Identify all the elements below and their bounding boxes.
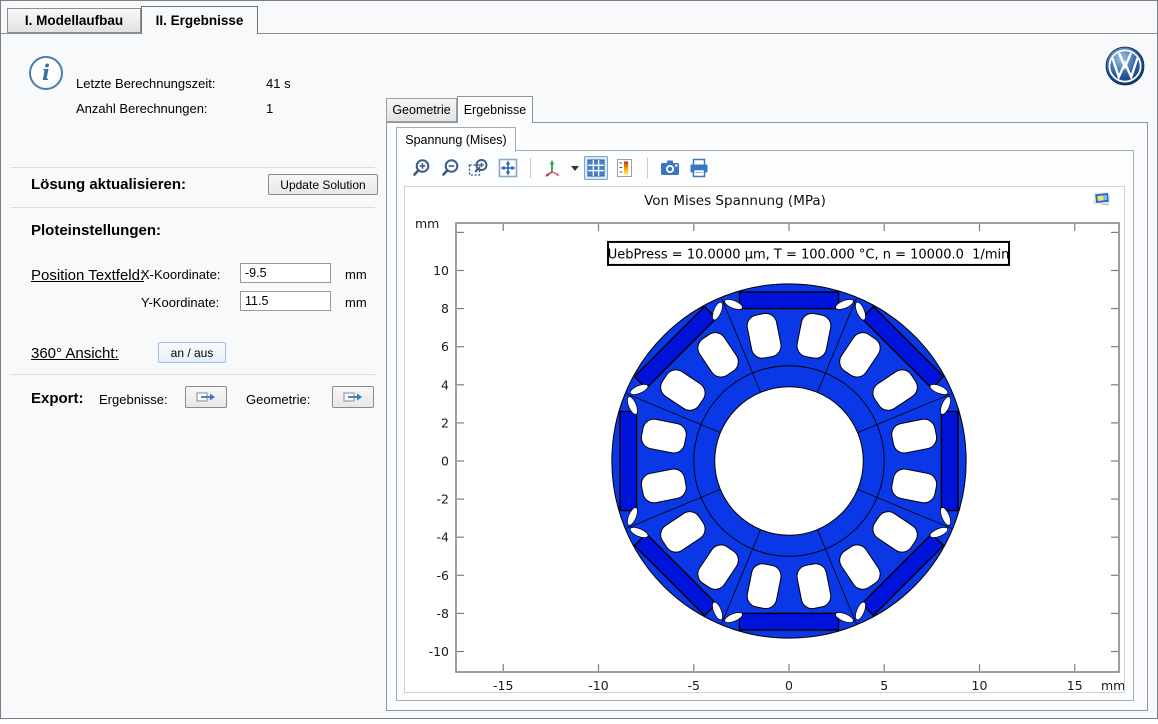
update-solution-label: Lösung aktualisieren: — [31, 176, 186, 193]
svg-text:15: 15 — [1067, 678, 1083, 692]
svg-text:-2: -2 — [437, 492, 449, 507]
y-unit-label: mm — [345, 295, 367, 310]
view-360-label: 360° Ansicht: — [31, 345, 119, 362]
export-heading: Export: — [31, 390, 84, 407]
last-computation-label: Letzte Berechnungszeit: — [76, 76, 215, 91]
export-results-button[interactable] — [185, 386, 227, 408]
svg-text:-4: -4 — [437, 530, 450, 545]
orientation-dropdown-caret[interactable] — [571, 166, 579, 171]
divider — [11, 167, 375, 168]
svg-text:-10: -10 — [588, 678, 608, 692]
export-icon — [196, 390, 216, 404]
zoom-in-icon[interactable] — [409, 156, 433, 180]
svg-text:10: 10 — [433, 263, 449, 278]
plot-settings-heading: Ploteinstellungen: — [31, 222, 161, 239]
orientation-axes-icon[interactable] — [541, 156, 565, 180]
svg-text:5: 5 — [880, 678, 888, 692]
view-360-toggle-button[interactable]: an / aus — [158, 342, 226, 363]
svg-text:0: 0 — [441, 454, 449, 469]
svg-text:6: 6 — [441, 339, 449, 354]
toolbar-separator — [647, 158, 648, 178]
x-unit-label: mm — [345, 267, 367, 282]
divider — [11, 207, 375, 208]
y-coordinate-input[interactable] — [240, 291, 331, 311]
toolbar-separator — [530, 158, 531, 178]
computation-count-label: Anzahl Berechnungen: — [76, 101, 208, 116]
svg-text:-15: -15 — [493, 678, 513, 692]
svg-text:mm: mm — [1101, 678, 1124, 692]
computation-count-value: 1 — [266, 101, 273, 116]
tab-ergebnisse-main[interactable]: II. Ergebnisse — [141, 6, 258, 34]
svg-text:UebPress = 10.0000 µm, T = 100: UebPress = 10.0000 µm, T = 100.000 °C, n… — [608, 247, 1010, 262]
svg-text:8: 8 — [441, 301, 449, 316]
von-mises-plot: -15 -10 -5 0 5 10 15 -10 -8 -6 -4 -2 0 2 4 6 8 10 mm mm Von … — [405, 187, 1124, 692]
svg-text:0: 0 — [785, 678, 793, 692]
last-computation-value: 41 s — [266, 76, 291, 91]
x-coordinate-input[interactable] — [240, 263, 331, 283]
plot-flip-icon[interactable] — [1092, 188, 1112, 208]
info-icon: i — [29, 56, 63, 90]
svg-text:-8: -8 — [437, 606, 450, 621]
tab-modellaufbau[interactable]: I. Modellaufbau — [7, 8, 141, 33]
zoom-extents-icon[interactable] — [496, 156, 520, 180]
export-geometry-label: Geometrie: — [246, 392, 310, 407]
print-icon[interactable] — [687, 156, 711, 180]
svg-text:10: 10 — [972, 678, 988, 692]
svg-text:-5: -5 — [688, 678, 700, 692]
svg-text:Von Mises Spannung (MPa): Von Mises Spannung (MPa) — [644, 193, 826, 209]
plot-toolbar — [398, 152, 1139, 184]
grid-icon[interactable] — [584, 156, 608, 180]
y-coordinate-label: Y-Koordinate: — [141, 295, 219, 310]
svg-text:2: 2 — [441, 415, 449, 430]
x-coordinate-label: X-Koordinate: — [141, 267, 221, 282]
color-legend-icon[interactable] — [613, 156, 637, 180]
snapshot-camera-icon[interactable] — [658, 156, 682, 180]
plot-canvas[interactable]: -15 -10 -5 0 5 10 15 -10 -8 -6 -4 -2 0 2 4 6 8 10 mm mm Von … — [404, 186, 1125, 693]
update-solution-button[interactable]: Update Solution — [268, 174, 378, 195]
zoom-out-icon[interactable] — [438, 156, 462, 180]
export-icon — [343, 390, 363, 404]
textbox-position-label: Position Textfeld: — [31, 267, 144, 284]
svg-text:-10: -10 — [429, 644, 449, 659]
tab-spannung-mises[interactable]: Spannung (Mises) — [396, 127, 516, 152]
svg-text:-6: -6 — [437, 568, 450, 583]
svg-text:mm: mm — [415, 216, 439, 231]
tab-geometrie[interactable]: Geometrie — [386, 98, 457, 122]
export-results-label: Ergebnisse: — [99, 392, 168, 407]
app-window: I. Modellaufbau II. Ergebnisse i Letzte … — [0, 0, 1158, 719]
divider — [11, 374, 375, 375]
zoom-box-icon[interactable] — [467, 156, 491, 180]
vw-logo — [1105, 45, 1145, 89]
export-geometry-button[interactable] — [332, 386, 374, 408]
svg-text:4: 4 — [441, 377, 449, 392]
tab-ergebnisse-viewer[interactable]: Ergebnisse — [457, 96, 533, 123]
